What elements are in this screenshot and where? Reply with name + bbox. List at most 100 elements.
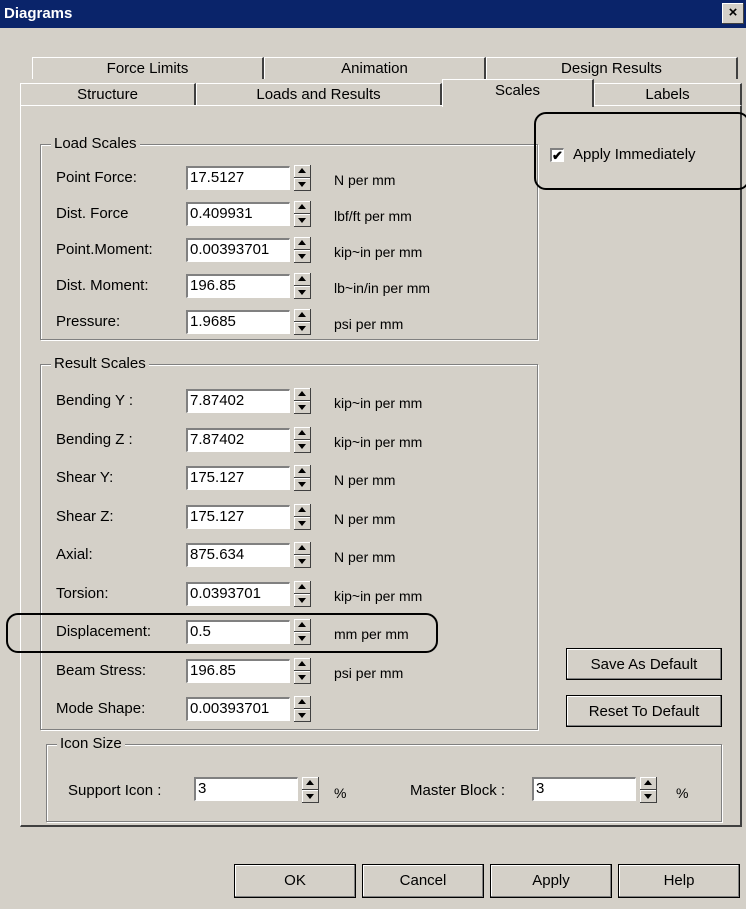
spin-down-icon[interactable] [640, 790, 657, 803]
spin-up-icon[interactable] [294, 542, 311, 555]
cancel-button[interactable]: Cancel [362, 864, 484, 898]
apply-button[interactable]: Apply [490, 864, 612, 898]
pressure-unit: psi per mm [334, 316, 404, 332]
point-moment-spinner[interactable] [294, 237, 311, 263]
dist-moment-input[interactable]: 196.85 [186, 274, 290, 298]
spin-up-icon[interactable] [294, 657, 311, 671]
support-icon-input[interactable]: 3 [194, 777, 298, 801]
spin-down-icon[interactable] [294, 178, 311, 191]
support-icon-unit: % [334, 785, 347, 801]
spin-down-icon[interactable] [294, 709, 311, 722]
highlight-frame-apply-immediately [534, 112, 746, 190]
tab-label: Labels [645, 86, 690, 103]
torsion-input[interactable]: 0.0393701 [186, 581, 290, 606]
tab-loads-and-results[interactable]: Loads and Results [196, 83, 442, 105]
dist-force-label: Dist. Force [56, 205, 129, 222]
spin-up-icon[interactable] [302, 777, 319, 790]
spin-up-icon[interactable] [294, 580, 311, 594]
support-icon-spinner[interactable] [302, 777, 319, 803]
pressure-input[interactable]: 1.9685 [186, 310, 290, 334]
axial-unit: N per mm [334, 549, 396, 565]
point-force-unit: N per mm [334, 172, 396, 188]
master-block-label: Master Block : [410, 782, 506, 799]
spin-up-icon[interactable] [294, 696, 311, 709]
bending-z-label: Bending Z : [56, 430, 133, 448]
spin-down-icon[interactable] [294, 322, 311, 335]
spin-down-icon[interactable] [294, 214, 311, 227]
shear-z-input[interactable]: 175.127 [186, 504, 290, 529]
tab-design-results[interactable]: Design Results [486, 57, 738, 79]
bending-z-spinner[interactable] [294, 426, 311, 453]
beam-stress-spinner[interactable] [294, 657, 311, 684]
point-moment-input[interactable]: 0.00393701 [186, 238, 290, 262]
ok-button[interactable]: OK [234, 864, 356, 898]
spin-up-icon[interactable] [294, 273, 311, 286]
shear-z-unit: N per mm [334, 510, 396, 527]
bending-y-spinner[interactable] [294, 388, 311, 414]
beam-stress-label: Beam Stress: [56, 661, 147, 679]
torsion-spinner[interactable] [294, 580, 311, 607]
axial-input[interactable]: 875.634 [186, 543, 290, 567]
shear-y-unit: N per mm [334, 472, 396, 488]
spin-down-icon[interactable] [294, 478, 311, 491]
pressure-spinner[interactable] [294, 309, 311, 335]
master-block-unit: % [676, 785, 689, 801]
mode-shape-spinner[interactable] [294, 696, 311, 722]
spin-down-icon[interactable] [294, 439, 311, 453]
bending-z-input[interactable]: 7.87402 [186, 427, 290, 452]
support-icon-label: Support Icon : [68, 782, 162, 799]
master-block-input[interactable]: 3 [532, 777, 636, 801]
tab-scales[interactable]: Scales [442, 79, 594, 107]
dist-force-input[interactable]: 0.409931 [186, 202, 290, 226]
dist-force-spinner[interactable] [294, 201, 311, 227]
spin-down-icon[interactable] [294, 516, 311, 530]
spin-down-icon[interactable] [302, 790, 319, 803]
shear-z-spinner[interactable] [294, 503, 311, 530]
axial-spinner[interactable] [294, 542, 311, 568]
spin-down-icon[interactable] [294, 401, 311, 414]
axial-label: Axial: [56, 546, 93, 563]
tab-label: Scales [494, 82, 541, 99]
point-force-input[interactable]: 17.5127 [186, 166, 290, 190]
tab-animation[interactable]: Animation [264, 57, 486, 79]
dist-moment-spinner[interactable] [294, 273, 311, 299]
spin-up-icon[interactable] [294, 465, 311, 478]
shear-y-spinner[interactable] [294, 465, 311, 491]
mode-shape-input[interactable]: 0.00393701 [186, 697, 290, 721]
spin-down-icon[interactable] [294, 286, 311, 299]
shear-y-input[interactable]: 175.127 [186, 466, 290, 490]
point-moment-label: Point.Moment: [56, 241, 153, 258]
close-button[interactable]: × [722, 3, 744, 24]
tab-label: Design Results [561, 60, 662, 77]
point-force-spinner[interactable] [294, 165, 311, 191]
spin-up-icon[interactable] [640, 777, 657, 790]
spin-up-icon[interactable] [294, 201, 311, 214]
close-icon: × [728, 4, 738, 21]
dist-force-unit: lbf/ft per mm [334, 208, 412, 224]
spin-up-icon[interactable] [294, 388, 311, 401]
save-as-default-button[interactable]: Save As Default [566, 648, 722, 680]
spin-up-icon[interactable] [294, 165, 311, 178]
reset-to-default-button[interactable]: Reset To Default [566, 695, 722, 727]
bending-y-input[interactable]: 7.87402 [186, 389, 290, 413]
spin-up-icon[interactable] [294, 503, 311, 517]
tab-structure[interactable]: Structure [20, 83, 196, 105]
spin-down-icon[interactable] [294, 555, 311, 568]
help-button[interactable]: Help [618, 864, 740, 898]
shear-y-label: Shear Y: [56, 469, 114, 486]
tab-labels[interactable]: Labels [594, 83, 742, 105]
spin-down-icon[interactable] [294, 250, 311, 263]
spin-down-icon[interactable] [294, 593, 311, 607]
tab-force-limits[interactable]: Force Limits [32, 57, 264, 79]
bending-y-unit: kip~in per mm [334, 395, 423, 411]
spin-up-icon[interactable] [294, 426, 311, 440]
torsion-unit: kip~in per mm [334, 587, 423, 604]
load-scales-title: Load Scales [51, 135, 140, 152]
spin-up-icon[interactable] [294, 309, 311, 322]
master-block-spinner[interactable] [640, 777, 657, 803]
title-bar: Diagrams × [0, 0, 746, 28]
dist-moment-unit: lb~in/in per mm [334, 280, 431, 296]
spin-down-icon[interactable] [294, 670, 311, 684]
beam-stress-input[interactable]: 196.85 [186, 658, 290, 683]
spin-up-icon[interactable] [294, 237, 311, 250]
